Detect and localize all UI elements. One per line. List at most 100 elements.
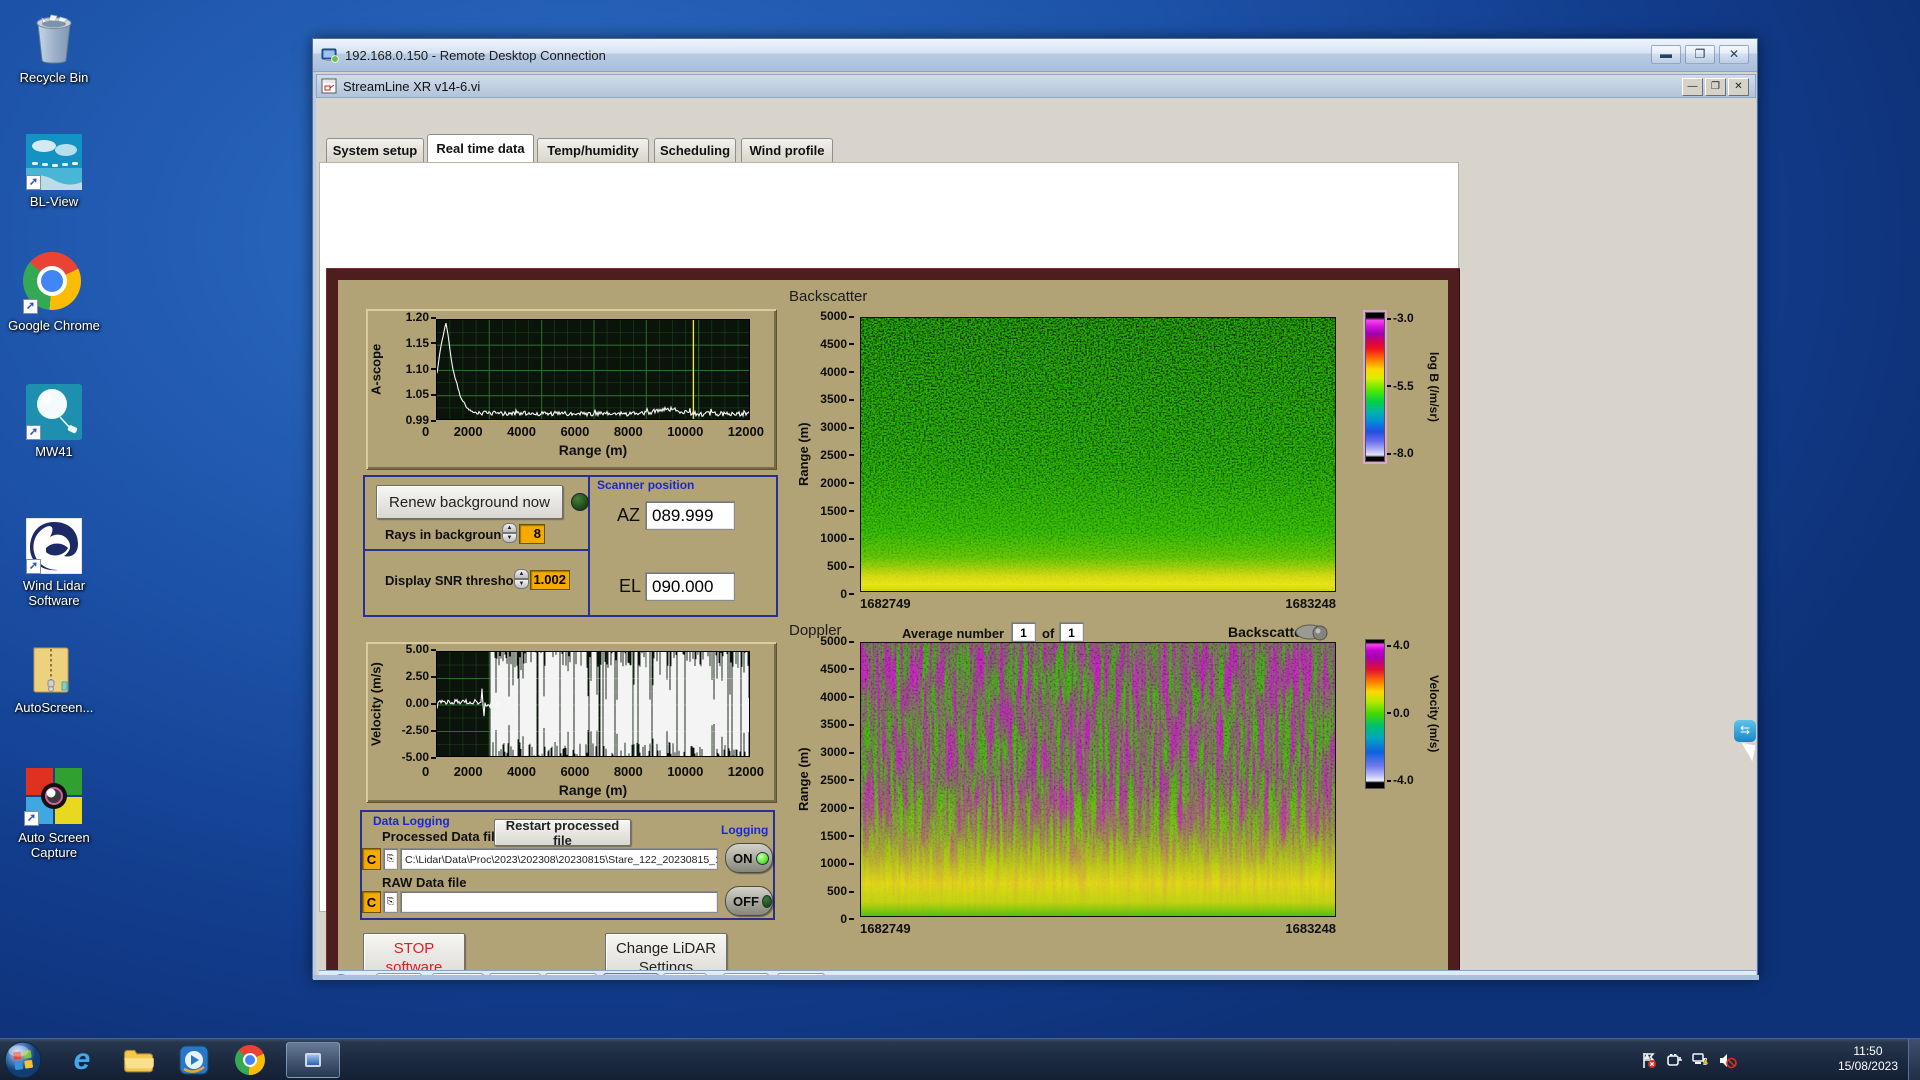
start-button[interactable] [4, 1041, 42, 1079]
tick-label: 4000 [507, 424, 536, 439]
renew-background-button[interactable]: Renew background now [376, 485, 563, 519]
quick-connect-icon[interactable]: ⇆ [1734, 720, 1756, 742]
tick-label: 4000 [507, 764, 536, 779]
tick-label: 5.00 [405, 643, 436, 655]
tab-system-setup[interactable]: System setup [326, 138, 424, 162]
desktop-icon-label: Recycle Bin [19, 70, 89, 85]
ascope-ylabel: A-scope [368, 343, 384, 396]
tick-label: 1000 [820, 857, 854, 870]
processed-data-file-label: Processed Data file [382, 829, 502, 844]
change-lidar-settings-button[interactable]: Change LiDAR Settings [605, 933, 727, 975]
tick-label: 3000 [820, 421, 854, 434]
taskbar-clock[interactable]: 11:50 15/08/2023 [1838, 1044, 1898, 1074]
az-value-field[interactable]: 089.999 [645, 501, 735, 530]
app-window-title: StreamLine XR v14-6.vi [343, 78, 481, 94]
tab-scheduling[interactable]: Scheduling [654, 138, 736, 162]
shortcut-arrow-icon: ➚ [23, 299, 38, 314]
average-number-field[interactable]: 1 [1011, 622, 1036, 642]
app-title-bar[interactable]: StreamLine XR v14-6.vi — ❐ ✕ [316, 74, 1756, 98]
backscatter-colorbar [1363, 310, 1387, 464]
desktop-icon-mw41[interactable]: ➚ MW41 [0, 384, 108, 459]
app-close-button[interactable]: ✕ [1728, 78, 1749, 96]
desktop-icon-wind-lidar[interactable]: ➚ Wind Lidar Software [0, 518, 108, 608]
tick-label: 4500 [820, 663, 854, 675]
tab-wind-profile[interactable]: Wind profile [741, 138, 833, 162]
rdp-close-button[interactable]: ✕ [1719, 45, 1749, 64]
page-flap-icon [1738, 742, 1756, 762]
processed-drive-box[interactable]: C [362, 848, 381, 870]
shortcut-arrow-icon: ➚ [26, 559, 41, 574]
tray-volume-muted-icon[interactable] [1714, 1042, 1740, 1078]
mw41-icon: ➚ [26, 384, 82, 440]
az-label: AZ [617, 505, 641, 525]
auto-screen-capture-icon: ➚ [24, 766, 84, 826]
tab-temp-humidity[interactable]: Temp/humidity [537, 138, 649, 162]
desktop-icon-google-chrome[interactable]: ➚ Google Chrome [0, 252, 108, 333]
el-value-field[interactable]: 090.000 [645, 572, 735, 601]
processed-path-field[interactable]: C:\Lidar\Data\Proc\2023\202308\20230815\… [400, 848, 718, 870]
desktop-icon-label: Google Chrome [8, 318, 100, 333]
doppler-yticks: 5000 4500 4000 3500 3000 2500 2000 1500 1000 500 0 [812, 635, 854, 925]
tick-label: 5000 [820, 635, 854, 647]
tick-label: 2.50 [405, 670, 436, 682]
tab-real-time-data[interactable]: Real time data [427, 134, 534, 162]
raw-logging-toggle[interactable]: OFF [725, 886, 773, 916]
desktop-icon-auto-screen-capture[interactable]: ➚ Auto Screen Capture [0, 766, 108, 860]
backscatter-toggle-knob[interactable] [1294, 622, 1330, 642]
rays-spinner[interactable]: ▲ ▼ [502, 523, 517, 543]
tick-label: 4000 [820, 366, 854, 378]
tick-label: -4.0 [1387, 774, 1414, 786]
desktop-icon-recycle-bin[interactable]: Recycle Bin [0, 10, 108, 85]
logging-label: Logging [721, 823, 769, 837]
app-restore-button[interactable]: ❐ [1705, 78, 1726, 96]
ascope-xticks: 0 2000 4000 6000 8000 10000 12000 [422, 424, 764, 439]
ascope-plot[interactable] [436, 319, 750, 420]
system-tray [1636, 1042, 1740, 1078]
tray-network-icon[interactable] [1688, 1042, 1714, 1078]
doppler-heatmap[interactable] [860, 642, 1336, 917]
desktop-icon-autoscreen-zip[interactable]: AutoScreen... [0, 640, 108, 715]
rays-value-field[interactable]: 8 [519, 524, 545, 544]
stop-software-button[interactable]: STOP software [363, 933, 465, 975]
snr-threshold-label: Display SNR threshold [385, 573, 526, 588]
remote-desktop-area: StreamLine XR v14-6.vi — ❐ ✕ System setu… [316, 72, 1756, 975]
restart-processed-file-button[interactable]: Restart processed file [494, 818, 631, 848]
snr-value-field[interactable]: 1.002 [530, 570, 570, 590]
raw-browse-icon[interactable]: ⎘ [383, 891, 398, 913]
show-desktop-button[interactable] [1908, 1039, 1920, 1080]
rays-in-background-label: Rays in background [385, 527, 510, 542]
front-panel-frame: A-scope 1.20 1.15 1.10 1.05 0.99 0 2000 4000 60… [326, 268, 1460, 975]
taskbar-explorer[interactable] [116, 1042, 160, 1078]
tick-label: -5.5 [1387, 380, 1414, 392]
rdp-title-bar[interactable]: 192.168.0.150 - Remote Desktop Connectio… [313, 39, 1757, 72]
tray-power-icon[interactable] [1662, 1042, 1688, 1078]
desktop-icon-bl-view[interactable]: ➚ BL-View [0, 134, 108, 209]
processed-logging-toggle[interactable]: ON [725, 843, 773, 873]
taskbar-internet-explorer[interactable]: e [60, 1042, 104, 1078]
taskbar-media-player[interactable] [172, 1042, 216, 1078]
tick-label: 12000 [727, 764, 764, 779]
rdp-maximize-button[interactable]: ❐ [1685, 45, 1715, 64]
doppler-colorbar [1365, 639, 1385, 789]
app-minimize-button[interactable]: — [1682, 78, 1703, 96]
of-label: of [1042, 626, 1055, 641]
tick-label: 1500 [820, 505, 854, 517]
doppler-colorbar-ticks: 4.0 0.0 -4.0 [1387, 639, 1427, 786]
tray-action-center-icon[interactable] [1636, 1042, 1662, 1078]
backscatter-heatmap[interactable] [860, 317, 1336, 592]
tick-label: -5.00 [401, 751, 436, 763]
doppler-x-end: 1683248 [1285, 921, 1336, 936]
raw-path-field[interactable] [400, 891, 718, 913]
of-count-field[interactable]: 1 [1059, 622, 1084, 642]
snr-spinner[interactable]: ▲ ▼ [514, 569, 529, 589]
doppler-colorbar-label: Velocity (m/s) [1427, 675, 1441, 753]
backscatter-colorbar-label: log B (/m/sr) [1427, 351, 1441, 422]
rdp-minimize-button[interactable]: ▬ [1651, 45, 1681, 64]
velocity-plot[interactable] [436, 651, 750, 757]
tick-label: 0.0 [1387, 707, 1410, 719]
raw-drive-box[interactable]: C [362, 891, 381, 913]
processed-browse-icon[interactable]: ⎘ [383, 848, 398, 870]
desktop-icon-label: BL-View [29, 194, 79, 209]
taskbar-rdp-active[interactable] [286, 1042, 340, 1078]
taskbar-chrome[interactable] [228, 1042, 272, 1078]
